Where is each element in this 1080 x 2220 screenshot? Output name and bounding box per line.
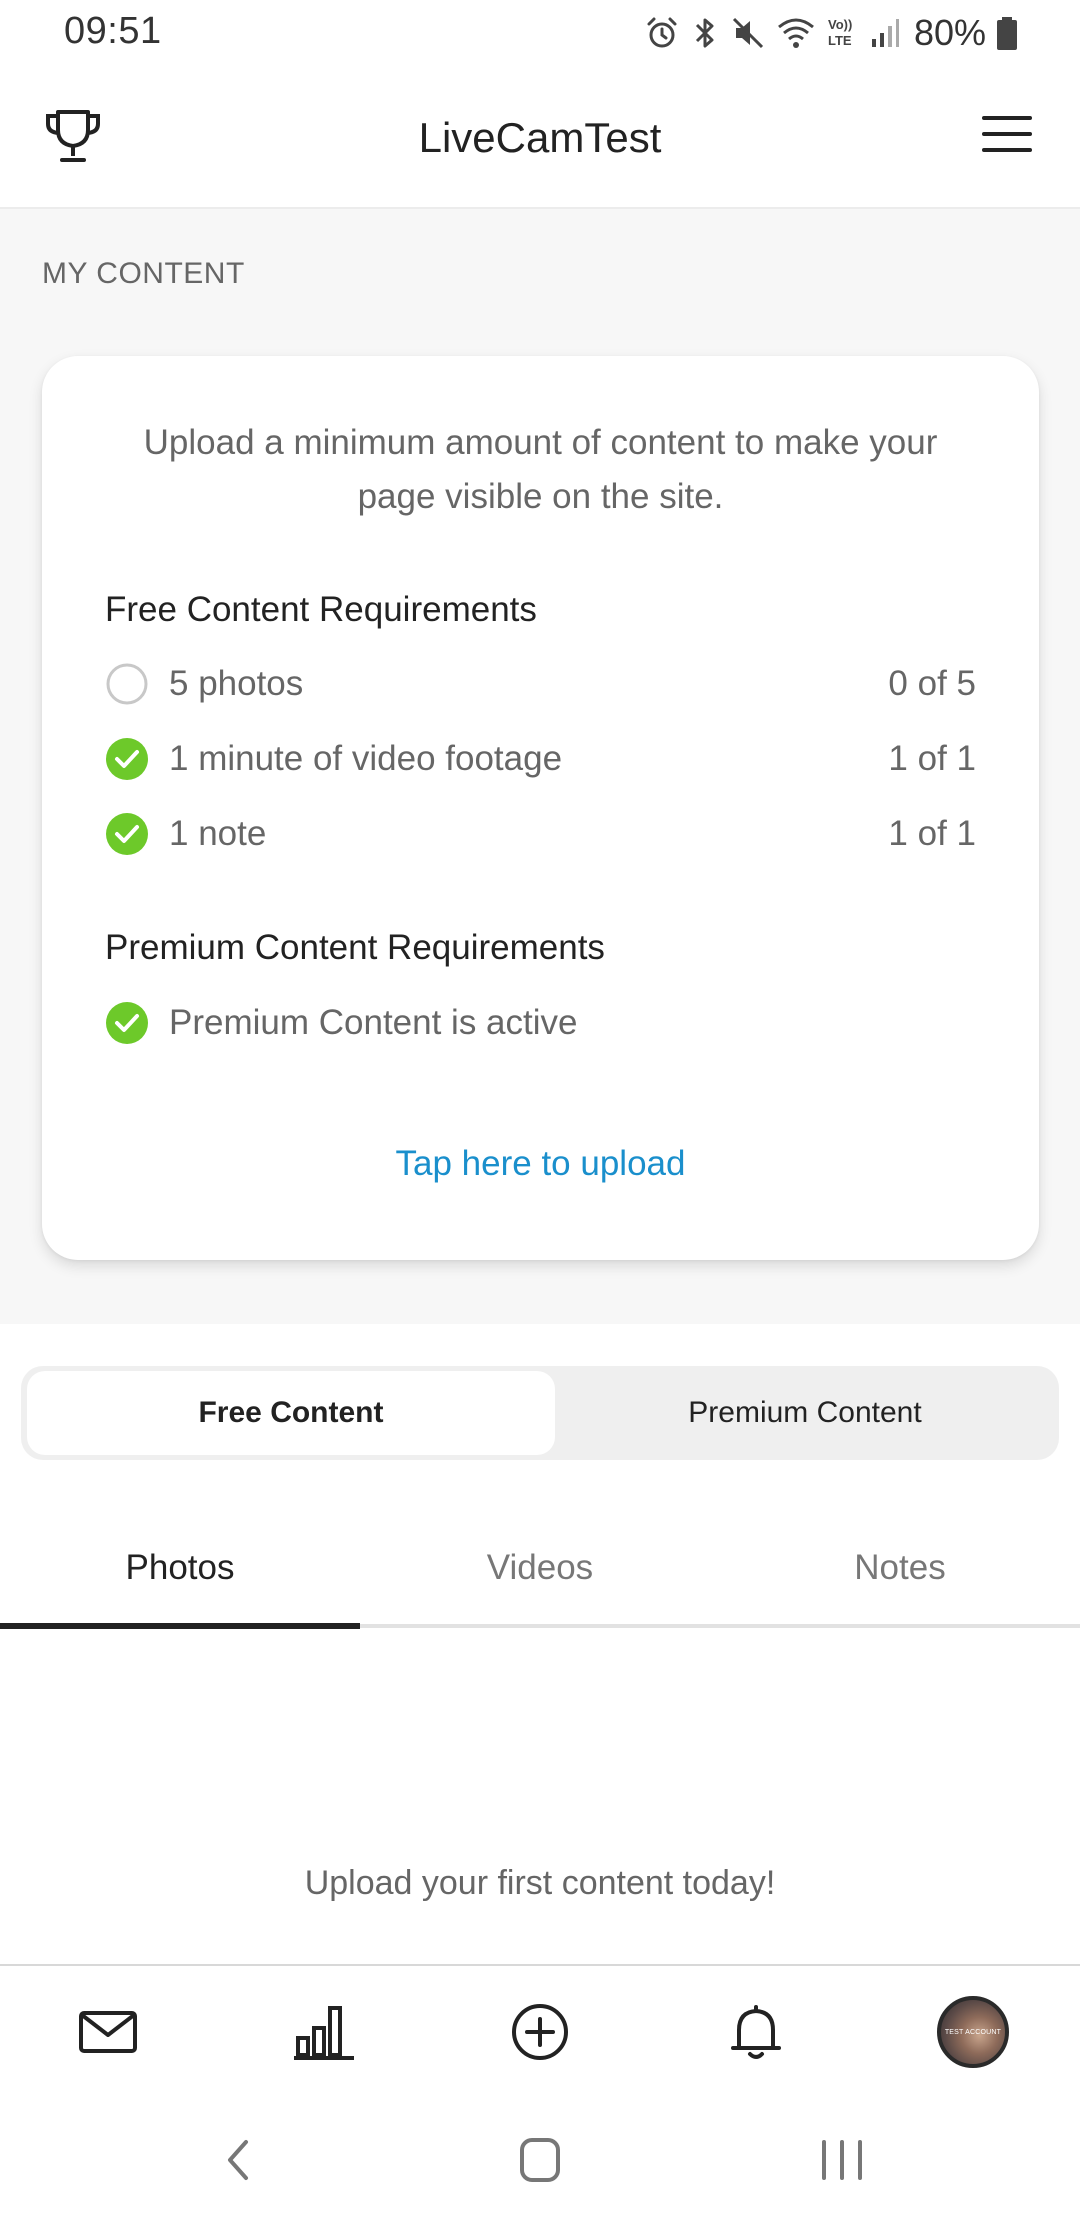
requirement-count: 1 of 1 [888, 814, 976, 853]
tab-photos[interactable]: Photos [0, 1510, 360, 1626]
alarm-icon [647, 17, 677, 48]
bell-icon[interactable] [724, 2000, 788, 2064]
tab-videos[interactable]: Videos [360, 1510, 720, 1626]
wifi-icon [777, 18, 814, 48]
bottom-nav: TEST ACCOUNT [0, 1964, 1080, 2100]
mail-icon[interactable] [76, 2000, 140, 2064]
requirement-row: 1 minute of video footage 1 of 1 [105, 729, 976, 789]
section-label: MY CONTENT [42, 257, 245, 290]
requirements-card: Upload a minimum amount of content to ma… [42, 356, 1039, 1260]
free-requirements-heading: Free Content Requirements [105, 590, 537, 629]
requirement-label: 1 note [169, 814, 267, 853]
status-bar: 09:51 Vo)) LTE 80% [0, 0, 1080, 66]
bluetooth-icon [695, 18, 714, 48]
app-title: LiveCamTest [418, 114, 662, 161]
signal-icon [871, 19, 899, 47]
tab-active-indicator [0, 1623, 360, 1629]
add-icon[interactable] [508, 2000, 572, 2064]
mute-icon [732, 17, 763, 49]
premium-requirements-heading: Premium Content Requirements [105, 928, 605, 967]
svg-text:Vo)): Vo)) [828, 17, 852, 32]
battery-percent: 80% [913, 12, 986, 53]
back-icon[interactable] [210, 2132, 270, 2188]
segment-free-content[interactable]: Free Content [27, 1371, 555, 1455]
my-content-section: MY CONTENT Upload a minimum amount of co… [0, 209, 1080, 1324]
menu-icon[interactable] [982, 114, 1032, 154]
battery-icon [997, 17, 1017, 50]
tab-notes[interactable]: Notes [720, 1510, 1080, 1626]
svg-text:LTE: LTE [828, 33, 852, 48]
status-time: 09:51 [64, 10, 162, 52]
recents-icon[interactable] [812, 2132, 872, 2188]
volte-icon: Vo)) LTE [828, 17, 852, 48]
requirement-label: 1 minute of video footage [169, 739, 563, 778]
upload-link[interactable]: Tap here to upload [42, 1144, 1039, 1184]
home-icon[interactable] [510, 2132, 570, 2188]
system-nav-bar [0, 2100, 1080, 2220]
status-icons: Vo)) LTE 80% [644, 12, 1018, 54]
requirement-row: 5 photos 0 of 5 [105, 654, 976, 714]
content-type-segmented-control: Free Content Premium Content [21, 1366, 1059, 1460]
content-tabs: Photos Videos Notes [0, 1510, 1080, 1630]
check-circle-icon [106, 1002, 148, 1044]
profile-avatar[interactable]: TEST ACCOUNT [937, 1996, 1009, 2068]
check-circle-icon [106, 738, 148, 780]
requirement-label: Premium Content is active [169, 1003, 578, 1042]
requirement-count: 0 of 5 [888, 664, 976, 703]
avatar-label: TEST ACCOUNT [944, 2029, 1002, 2036]
segment-premium-content[interactable]: Premium Content [557, 1371, 1053, 1455]
requirement-count: 1 of 1 [888, 739, 976, 778]
check-circle-icon [106, 813, 148, 855]
unchecked-circle-icon [106, 663, 148, 705]
requirement-row: Premium Content is active [105, 993, 976, 1053]
requirement-label: 5 photos [169, 664, 304, 703]
stats-icon[interactable] [292, 2000, 356, 2064]
requirement-row: 1 note 1 of 1 [105, 804, 976, 864]
app-header: LiveCamTest [0, 66, 1080, 209]
card-intro-text: Upload a minimum amount of content to ma… [143, 423, 938, 516]
empty-state-message: Upload your first content today! [304, 1864, 776, 1902]
